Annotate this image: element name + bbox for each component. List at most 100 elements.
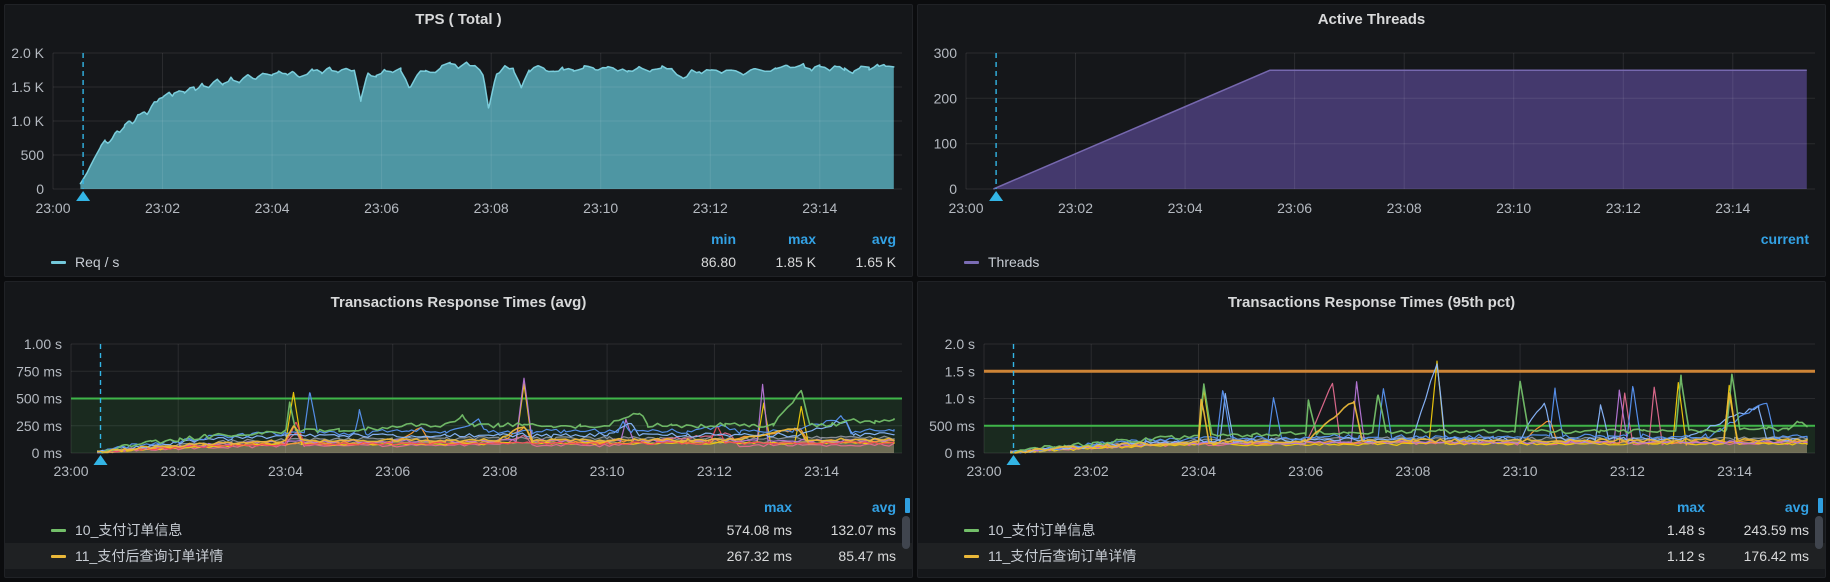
- y-tick-label: 100: [934, 136, 958, 152]
- x-tick-label: 23:08: [1387, 200, 1422, 216]
- x-tick-label: 23:14: [802, 200, 837, 216]
- x-tick-label: 23:02: [145, 200, 180, 216]
- y-tick-label: 0: [36, 181, 44, 197]
- x-tick-label: 23:02: [1074, 463, 1109, 479]
- stat-value: 132.07 ms: [792, 522, 896, 538]
- legend-col-avg[interactable]: avg: [1705, 499, 1809, 515]
- legend-col-avg[interactable]: avg: [792, 499, 896, 515]
- series-label[interactable]: Req / s: [75, 254, 119, 270]
- stat-value: 1.85 K: [736, 254, 816, 270]
- active-threads-chart[interactable]: 0 100 200 300 23:00 23:02 23:04 23:06 23:08 23:10…: [918, 33, 1825, 228]
- x-tick-label: 23:04: [255, 200, 290, 216]
- legend-col-current[interactable]: current: [1729, 231, 1809, 247]
- y-tick-label: 300: [934, 45, 958, 61]
- legend: minmaxavgReq / s86.801.85 K1.65 K: [5, 228, 912, 276]
- legend-col-avg[interactable]: avg: [816, 231, 896, 247]
- y-tick-label: 250 ms: [16, 418, 62, 434]
- scrollbar-thumb[interactable]: [902, 516, 910, 549]
- scrollbar-indicator[interactable]: [1818, 498, 1823, 513]
- panel-tps-total: TPS ( Total ) 05001.0 K1.5 K2.0 K23:0023…: [4, 4, 913, 277]
- stat-value: 85.47 ms: [792, 548, 896, 564]
- x-tick-label: 23:06: [1277, 200, 1312, 216]
- legend-scrollbar[interactable]: [901, 498, 910, 549]
- response-times-95th-chart[interactable]: 0 ms500 ms1.0 s1.5 s2.0 s23:0023:0223:04…: [918, 322, 1825, 496]
- x-tick-label: 23:08: [482, 463, 517, 479]
- x-tick-label: 23:00: [35, 200, 70, 216]
- series-label[interactable]: Threads: [988, 254, 1039, 270]
- series-label[interactable]: 10_支付订单信息: [988, 520, 1095, 540]
- y-tick-label: 1.00 s: [24, 336, 62, 352]
- x-tick-label: 23:06: [375, 463, 410, 479]
- legend-header: minmaxavg: [5, 228, 912, 249]
- x-tick-label: 23:04: [1181, 463, 1216, 479]
- legend-row: 11_支付后查询订单详情 1.12 s176.42 ms: [918, 543, 1825, 569]
- legend-row: Req / s86.801.85 K1.65 K: [5, 249, 912, 275]
- x-tick-label: 23:06: [364, 200, 399, 216]
- legend-row: Threads: [918, 249, 1825, 275]
- x-tick-label: 23:04: [1168, 200, 1203, 216]
- x-tick-label: 23:10: [583, 200, 618, 216]
- x-tick-label: 23:12: [1606, 200, 1641, 216]
- legend-col-max[interactable]: max: [688, 499, 792, 515]
- series-label[interactable]: 11_支付后查询订单详情: [988, 546, 1136, 566]
- y-tick-label: 2.0 K: [11, 45, 44, 61]
- panel-active-threads: Active Threads 0 100 200 300 23:00 23:02 23:04…: [917, 4, 1826, 277]
- response-times-avg-chart[interactable]: 0 ms250 ms500 ms750 ms1.00 s23:0023:0223…: [5, 322, 912, 496]
- y-tick-label: 200: [934, 90, 958, 106]
- series-label[interactable]: 10_支付订单信息: [75, 520, 182, 540]
- legend: maxavg 10_支付订单信息 1.48 s243.59 ms 11_支付后查询订单…: [918, 496, 1825, 577]
- scrollbar-indicator[interactable]: [905, 498, 910, 513]
- y-tick-label: 500 ms: [16, 391, 62, 407]
- stat-value: 574.08 ms: [688, 522, 792, 538]
- Threads-area: [993, 70, 1806, 189]
- x-tick-label: 23:02: [1058, 200, 1093, 216]
- y-tick-label: 500 ms: [929, 418, 975, 434]
- x-tick-label: 23:10: [1496, 200, 1531, 216]
- x-tick-label: 23:00: [966, 463, 1001, 479]
- y-tick-label: 0 ms: [945, 445, 975, 461]
- legend: current Threads: [918, 228, 1825, 276]
- series-color-marker: [964, 555, 979, 558]
- stat-value: 1.12 s: [1601, 548, 1705, 564]
- series-color-marker: [964, 261, 979, 264]
- x-tick-label: 23:02: [161, 463, 196, 479]
- legend-col-max[interactable]: max: [1601, 499, 1705, 515]
- x-tick-label: 23:00: [948, 200, 983, 216]
- panel-title[interactable]: Active Threads: [918, 5, 1825, 33]
- series-color-marker: [964, 529, 979, 532]
- x-tick-label: 23:14: [804, 463, 839, 479]
- legend-header: current: [918, 228, 1825, 249]
- tps-chart[interactable]: 05001.0 K1.5 K2.0 K23:0023:0223:0423:062…: [5, 33, 912, 228]
- legend-scrollbar[interactable]: [1814, 498, 1823, 549]
- legend: maxavg 10_支付订单信息 574.08 ms132.07 ms 11_支付后查…: [5, 496, 912, 577]
- x-tick-label: 23:06: [1288, 463, 1323, 479]
- panel-title[interactable]: TPS ( Total ): [5, 5, 912, 33]
- x-tick-label: 23:12: [693, 200, 728, 216]
- panel-title[interactable]: Transactions Response Times (95th pct): [918, 282, 1825, 322]
- series-color-marker: [51, 261, 66, 264]
- panel-title[interactable]: Transactions Response Times (avg): [5, 282, 912, 322]
- annotation-marker: [76, 191, 90, 201]
- legend-col-min[interactable]: min: [656, 231, 736, 247]
- legend-col-max[interactable]: max: [736, 231, 816, 247]
- y-tick-label: 750 ms: [16, 363, 62, 379]
- x-tick-label: 23:14: [1717, 463, 1752, 479]
- scrollbar-thumb[interactable]: [1815, 516, 1823, 549]
- y-tick-label: 0: [949, 181, 957, 197]
- y-tick-label: 1.5 s: [945, 363, 975, 379]
- x-tick-label: 23:12: [697, 463, 732, 479]
- annotation-marker: [94, 455, 108, 465]
- x-tick-label: 23:00: [53, 463, 88, 479]
- series-color-marker: [51, 529, 66, 532]
- stat-value: 243.59 ms: [1705, 522, 1809, 538]
- legend-header: maxavg: [5, 496, 912, 517]
- x-tick-label: 23:10: [1503, 463, 1538, 479]
- stat-value: 1.48 s: [1601, 522, 1705, 538]
- panel-response-times-95th: Transactions Response Times (95th pct) 0…: [917, 281, 1826, 578]
- x-tick-label: 23:12: [1610, 463, 1645, 479]
- series-label[interactable]: 11_支付后查询订单详情: [75, 546, 223, 566]
- legend-header: maxavg: [918, 496, 1825, 517]
- stat-value: 176.42 ms: [1705, 548, 1809, 564]
- y-tick-label: 500: [21, 147, 45, 163]
- x-tick-label: 23:08: [1395, 463, 1430, 479]
